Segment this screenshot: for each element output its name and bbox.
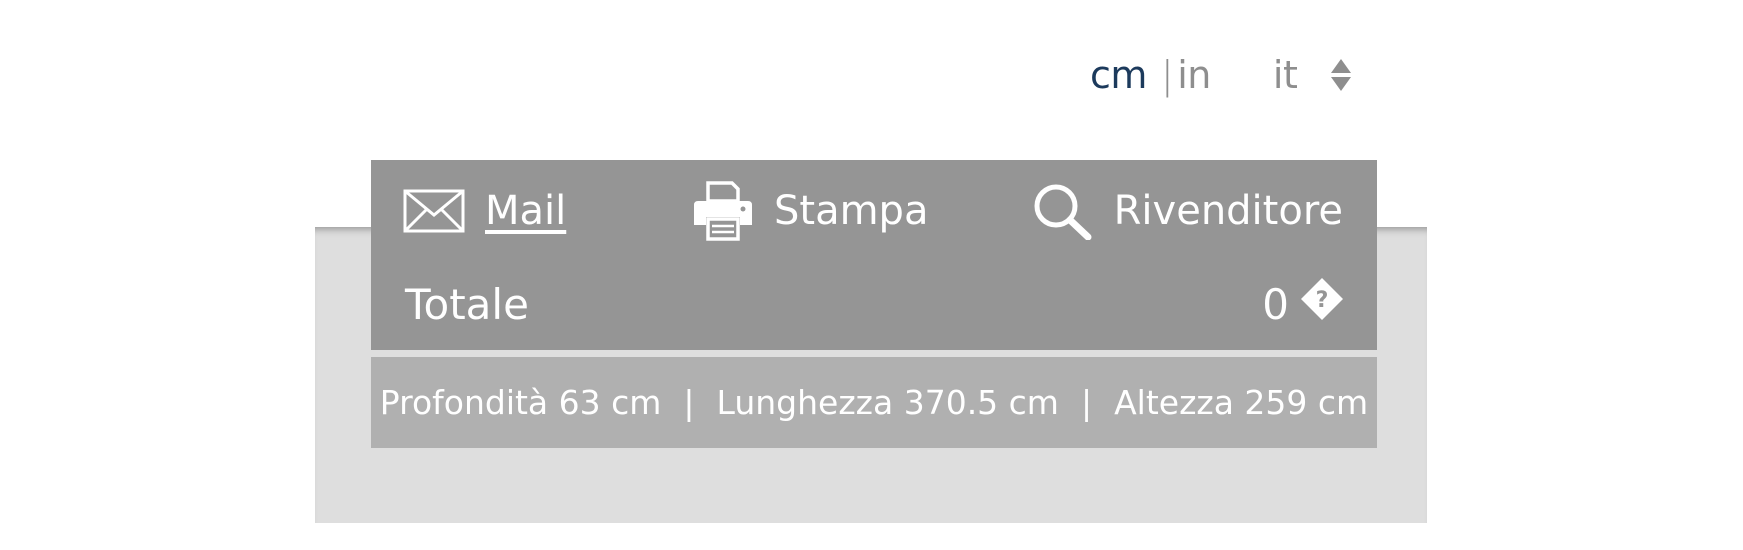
language-value: it [1272, 53, 1298, 97]
total-row: Totale 0 ? [405, 274, 1345, 334]
total-value-group: 0 ? [1262, 276, 1345, 332]
svg-text:?: ? [1316, 288, 1329, 313]
sort-arrows-icon [1331, 59, 1352, 91]
dimension-separator: | [683, 383, 695, 422]
unit-cm-option[interactable]: cm [1090, 53, 1147, 97]
printer-icon [692, 181, 754, 241]
mail-button[interactable]: Mail [403, 182, 566, 240]
dimensions-bar: Profondità 63 cm | Lunghezza 370.5 cm | … [371, 357, 1377, 448]
actions-bar: Mail Stampa Rivenditore [371, 160, 1377, 252]
summary-panel: Mail Stampa Rivenditore Totale 0 ? [371, 160, 1377, 350]
unit-separator: | [1160, 53, 1174, 97]
height-dimension: Altezza 259 cm [1114, 383, 1369, 422]
mail-label: Mail [485, 188, 567, 234]
total-value: 0 [1262, 279, 1289, 329]
unit-in-option[interactable]: in [1177, 53, 1211, 97]
total-label: Totale [405, 279, 529, 329]
dealer-label: Rivenditore [1113, 188, 1343, 234]
top-settings-bar: cm | in it [1090, 48, 1352, 102]
dimension-separator: | [1080, 383, 1093, 422]
dealer-search-button[interactable]: Rivenditore [1032, 182, 1343, 240]
help-diamond-icon[interactable]: ? [1299, 276, 1345, 332]
depth-dimension: Profondità 63 cm [379, 383, 662, 422]
language-select[interactable]: it [1272, 53, 1352, 97]
length-dimension: Lunghezza 370.5 cm [716, 383, 1059, 422]
search-icon [1032, 182, 1094, 240]
print-button[interactable]: Stampa [692, 181, 929, 241]
envelope-icon [403, 189, 465, 233]
print-label: Stampa [774, 188, 929, 234]
